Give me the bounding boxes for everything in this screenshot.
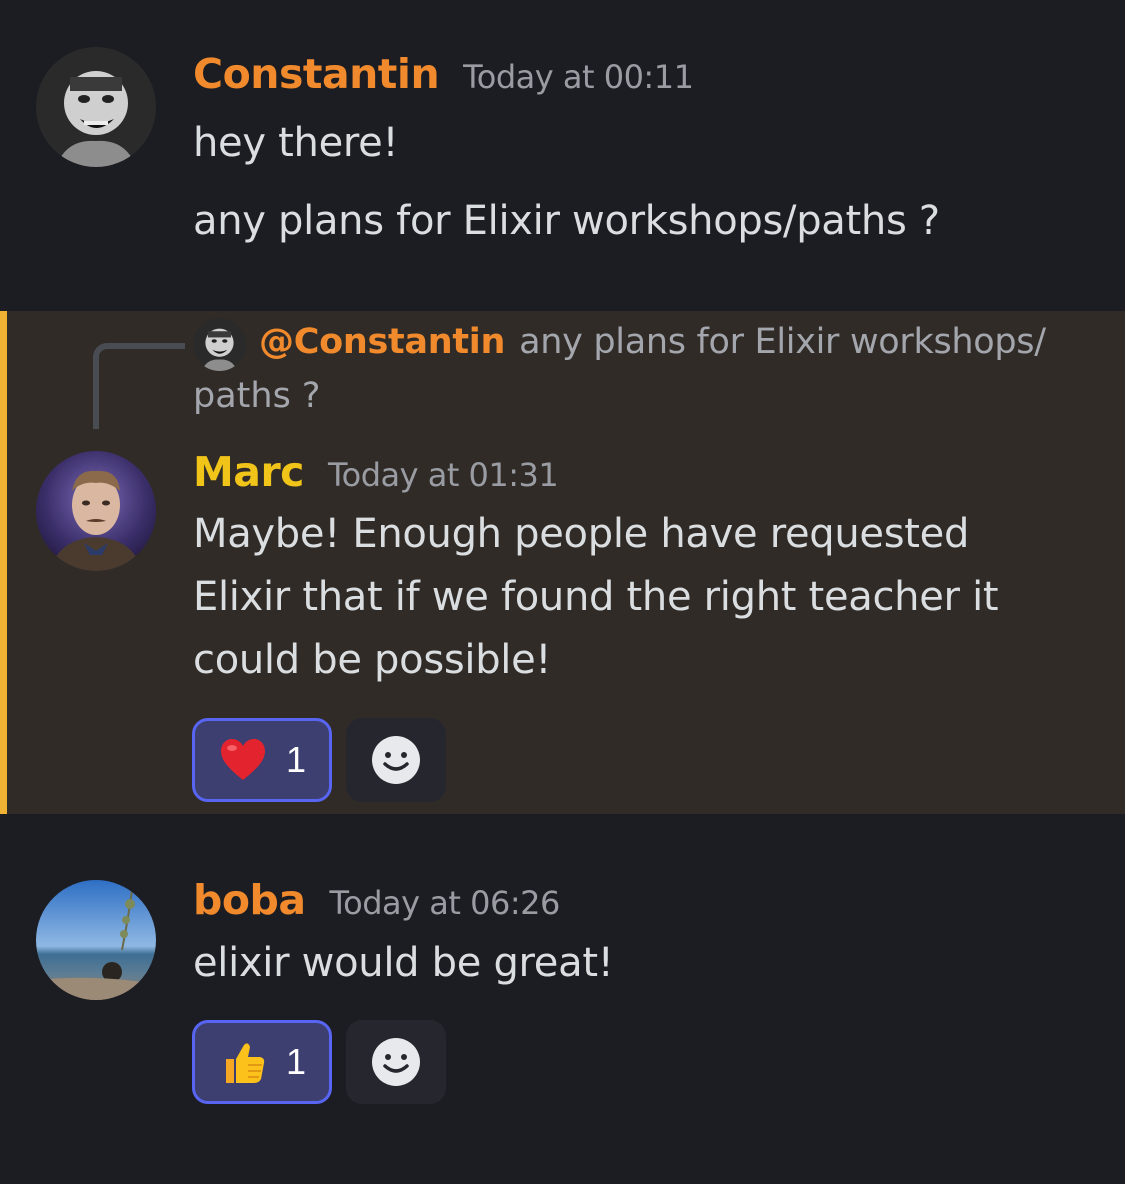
reaction-count: 1 (285, 1041, 307, 1082)
heart-emoji-icon (218, 735, 268, 785)
message-header: Marc Today at 01:31 (193, 448, 559, 496)
avatar-boba[interactable] (36, 880, 156, 1000)
message-text-line: elixir would be great! (193, 940, 614, 986)
message-header: Constantin Today at 00:11 (193, 50, 694, 98)
message-text-line: could be possible! (193, 637, 552, 683)
message-text-line: hey there! (193, 120, 399, 166)
reply-mention[interactable]: @Constantin (259, 322, 505, 362)
message-text-line: Maybe! Enough people have requested (193, 511, 970, 557)
mention-highlight-bar (0, 311, 7, 814)
reply-snippet-continued: paths ? (193, 376, 321, 416)
reply-snippet: any plans for Elixir workshops/ (519, 322, 1046, 362)
reply-preview[interactable]: @Constantin any plans for Elixir workshop… (259, 322, 1046, 362)
message-header: boba Today at 06:26 (193, 876, 560, 924)
author-name[interactable]: Marc (193, 448, 305, 496)
timestamp: Today at 06:26 (329, 884, 561, 922)
avatar-constantin[interactable] (36, 47, 156, 167)
reply-connector (93, 343, 185, 429)
thumbs-up-emoji-icon (218, 1037, 268, 1087)
timestamp: Today at 01:31 (328, 456, 559, 494)
author-name[interactable]: boba (193, 876, 306, 924)
timestamp: Today at 00:11 (463, 58, 694, 96)
author-name[interactable]: Constantin (193, 50, 440, 98)
avatar-marc[interactable] (36, 451, 156, 571)
reaction-count: 1 (285, 739, 307, 780)
message-text-line: Elixir that if we found the right teache… (193, 574, 999, 620)
reaction-heart[interactable]: 1 (192, 718, 332, 802)
reply-avatar-constantin[interactable] (193, 318, 246, 371)
message-text-line: any plans for Elixir workshops/paths ? (193, 198, 940, 244)
add-reaction-button[interactable] (346, 1020, 446, 1104)
reaction-thumbs-up[interactable]: 1 (192, 1020, 332, 1104)
smiley-icon (372, 1038, 420, 1086)
add-reaction-button[interactable] (346, 718, 446, 802)
smiley-icon (372, 736, 420, 784)
